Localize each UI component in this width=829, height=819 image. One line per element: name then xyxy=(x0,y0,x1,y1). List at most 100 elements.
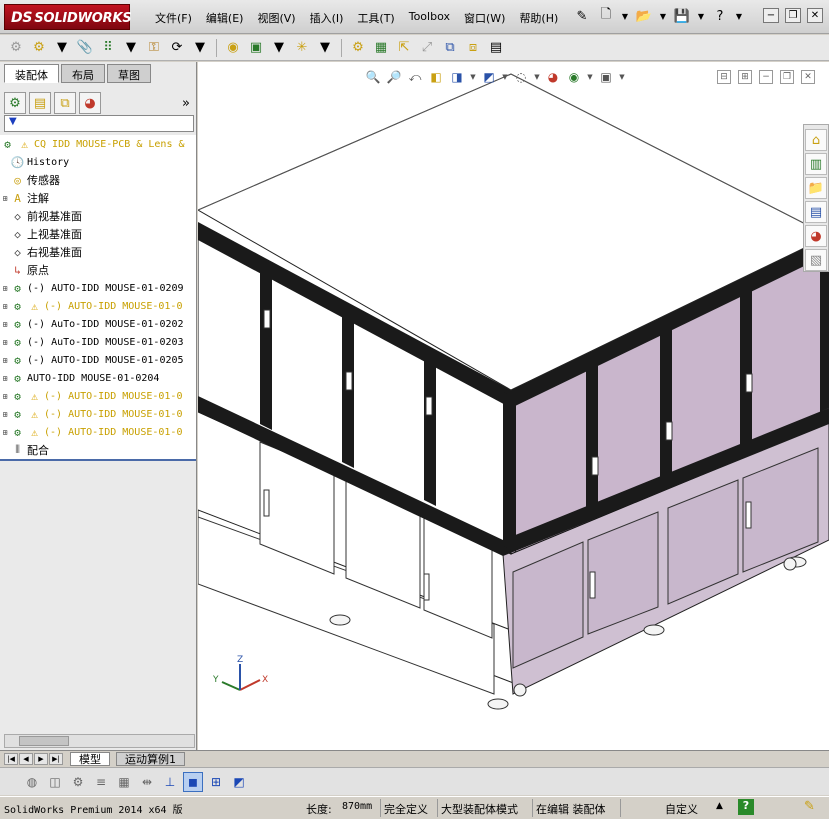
tree-item[interactable]: 🕓 History xyxy=(0,153,196,171)
tree-item[interactable]: ⊞ ⚙ (-) AuTo-IDD MOUSE-01-0202 xyxy=(0,315,196,333)
clearance-verification-icon[interactable]: ⧈ xyxy=(463,38,483,58)
first-tab-nav-icon[interactable]: |◀ xyxy=(4,752,18,765)
viewport-split-icon[interactable]: ⊟ xyxy=(717,70,731,84)
tree-item[interactable]: ◇ 右视基准面 xyxy=(0,243,196,261)
display-manager-icon[interactable]: ◕ xyxy=(79,92,101,114)
custom-properties-icon[interactable]: ▧ xyxy=(805,249,827,271)
graphics-area[interactable]: 🔍 🔎 ⤺ ◧ ◨ ▼ ◩ ▼ ◌ ▼ ◕ ◉ ▼ ▣ ▼ ⊟ ⊞ − ❐ ✕ … xyxy=(198,62,829,750)
shaded-view-icon[interactable]: ◼ xyxy=(183,771,203,792)
close-button[interactable]: ✕ xyxy=(807,8,823,23)
tree-root[interactable]: ⚙ ⚠ CQ IDD MOUSE-PCB & Lens & xyxy=(0,135,196,153)
measure-icon[interactable]: ▤ xyxy=(486,38,506,58)
prev-tab-nav-icon[interactable]: ◀ xyxy=(19,752,33,765)
expand-icon[interactable]: ⊞ xyxy=(0,284,10,293)
home-icon[interactable]: ⌂ xyxy=(805,129,827,151)
linear-pattern-icon[interactable]: ⠿ xyxy=(98,38,118,58)
menu-edit[interactable]: 编辑(E) xyxy=(199,10,251,26)
edit-component-icon[interactable]: ⚙ xyxy=(6,38,26,58)
show-hidden-icon[interactable]: ◉ xyxy=(223,38,243,58)
appearances-icon[interactable]: ◕ xyxy=(805,225,827,247)
tab-assembly[interactable]: 装配体 xyxy=(4,64,59,83)
assembly-model[interactable] xyxy=(198,62,829,750)
assembly-features-icon[interactable]: ▣ xyxy=(246,38,266,58)
chevron-down-icon[interactable]: ▼ xyxy=(533,68,541,86)
tab-layout[interactable]: 布局 xyxy=(61,64,105,83)
expand-icon[interactable]: ⊞ xyxy=(0,356,10,365)
move-component-icon[interactable]: ⟳ xyxy=(167,38,187,58)
menu-view[interactable]: 视图(V) xyxy=(250,10,302,26)
smart-fasteners-icon[interactable]: ⚿ xyxy=(144,38,164,58)
tree-item[interactable]: ◎ 传感器 xyxy=(0,171,196,189)
view-orientation-icon[interactable]: ◨ xyxy=(448,68,466,86)
dimension-icon[interactable]: ⊥ xyxy=(160,772,180,792)
viewport-close-button[interactable]: ✕ xyxy=(801,70,815,84)
reference-geometry-icon[interactable]: ✳ xyxy=(292,38,312,58)
chevron-down-icon[interactable]: ▼ xyxy=(658,6,668,26)
apply-scene-icon[interactable]: ◉ xyxy=(565,68,583,86)
save-icon[interactable]: 💾 xyxy=(672,6,692,26)
chevron-down-icon[interactable]: ▼ xyxy=(52,38,72,58)
tree-item[interactable]: ◇ 前视基准面 xyxy=(0,207,196,225)
tree-item[interactable]: ⊞ A 注解 xyxy=(0,189,196,207)
viewport-restore-button[interactable]: ❐ xyxy=(780,70,794,84)
zoom-to-fit-icon[interactable]: 🔍 xyxy=(364,68,382,86)
expand-icon[interactable]: ⊞ xyxy=(0,302,10,311)
bottom-tool-icon[interactable]: ▦ xyxy=(114,772,134,792)
chevron-down-icon[interactable]: ▼ xyxy=(620,6,630,26)
bottom-tool-icon[interactable]: ◍ xyxy=(22,772,42,792)
scrollbar-thumb[interactable] xyxy=(19,736,69,746)
tab-model[interactable]: 模型 xyxy=(70,751,110,766)
menu-file[interactable]: 文件(F) xyxy=(148,10,199,26)
insert-components-icon[interactable]: ⚙ xyxy=(29,38,49,58)
expand-icon[interactable]: ⊞ xyxy=(0,374,10,383)
chevron-down-icon[interactable]: ▼ xyxy=(121,38,141,58)
tree-item[interactable]: ↳ 原点 xyxy=(0,261,196,279)
filter-field[interactable]: ▼ xyxy=(4,115,194,132)
open-icon[interactable]: 📂 xyxy=(634,6,654,26)
expand-icon[interactable]: ⊞ xyxy=(0,194,10,203)
display-style-icon[interactable]: ◩ xyxy=(480,68,498,86)
expand-icon[interactable]: ⊞ xyxy=(0,410,10,419)
configuration-manager-icon[interactable]: ⧉ xyxy=(54,92,76,114)
restore-button[interactable]: ❐ xyxy=(785,8,801,23)
edit-appearance-icon[interactable]: ◕ xyxy=(544,68,562,86)
feature-tree-icon[interactable]: ⚙ xyxy=(4,92,26,114)
tab-motion-study[interactable]: 运动算例1 xyxy=(116,751,185,766)
unit-chevron-up-icon[interactable]: ▲ xyxy=(716,801,723,811)
view-settings-icon[interactable]: ▣ xyxy=(597,68,615,86)
bottom-tool-icon[interactable]: ⚙ xyxy=(68,772,88,792)
tree-item[interactable]: ⊞ ⚙ (-) AUTO-IDD MOUSE-01-0209 xyxy=(0,279,196,297)
new-document-icon[interactable]: 🗋 xyxy=(596,6,616,26)
design-library-icon[interactable]: ▥ xyxy=(805,153,827,175)
tree-item[interactable]: ⫴ 配合 xyxy=(0,441,196,459)
property-manager-icon[interactable]: ▤ xyxy=(29,92,51,114)
chevron-down-icon[interactable]: ▼ xyxy=(190,38,210,58)
chevron-down-icon[interactable]: ▼ xyxy=(618,68,626,86)
next-tab-nav-icon[interactable]: ▶ xyxy=(34,752,48,765)
table-icon[interactable]: ⊞ xyxy=(206,772,226,792)
rebuild-icon[interactable]: ✎ xyxy=(804,799,815,814)
mate-icon[interactable]: 📎 xyxy=(75,38,95,58)
tree-item[interactable]: ⊞ ⚙ ⚠ (-) AUTO-IDD MOUSE-01-0 xyxy=(0,423,196,441)
explode-line-sketch-icon[interactable]: ⤢ xyxy=(417,38,437,58)
tree-horizontal-scrollbar[interactable] xyxy=(4,734,195,748)
expand-icon[interactable]: ⊞ xyxy=(0,338,10,347)
tree-item[interactable]: ⊞ ⚙ ⚠ (-) AUTO-IDD MOUSE-01-0 xyxy=(0,297,196,315)
expand-icon[interactable]: ⊞ xyxy=(0,428,10,437)
chevron-down-icon[interactable]: ▼ xyxy=(734,6,744,26)
hide-show-items-icon[interactable]: ◌ xyxy=(512,68,530,86)
expand-icon[interactable]: ⊞ xyxy=(0,320,10,329)
chevron-down-icon[interactable]: ▼ xyxy=(696,6,706,26)
menu-help[interactable]: 帮助(H) xyxy=(512,10,565,26)
tree-item[interactable]: ⊞ ⚙ AUTO-IDD MOUSE-01-0204 xyxy=(0,369,196,387)
tree-item[interactable]: ◇ 上视基准面 xyxy=(0,225,196,243)
file-explorer-icon[interactable]: 📁 xyxy=(805,177,827,199)
chevron-down-icon[interactable]: ▼ xyxy=(315,38,335,58)
bottom-tool-icon[interactable]: ≡ xyxy=(91,772,111,792)
menu-tools[interactable]: 工具(T) xyxy=(350,10,401,26)
last-tab-nav-icon[interactable]: ▶| xyxy=(49,752,63,765)
menu-insert[interactable]: 插入(I) xyxy=(303,10,351,26)
filter-icon[interactable]: ▼ xyxy=(9,116,17,127)
bill-of-materials-icon[interactable]: ▦ xyxy=(371,38,391,58)
chevron-down-icon[interactable]: ▼ xyxy=(469,68,477,86)
